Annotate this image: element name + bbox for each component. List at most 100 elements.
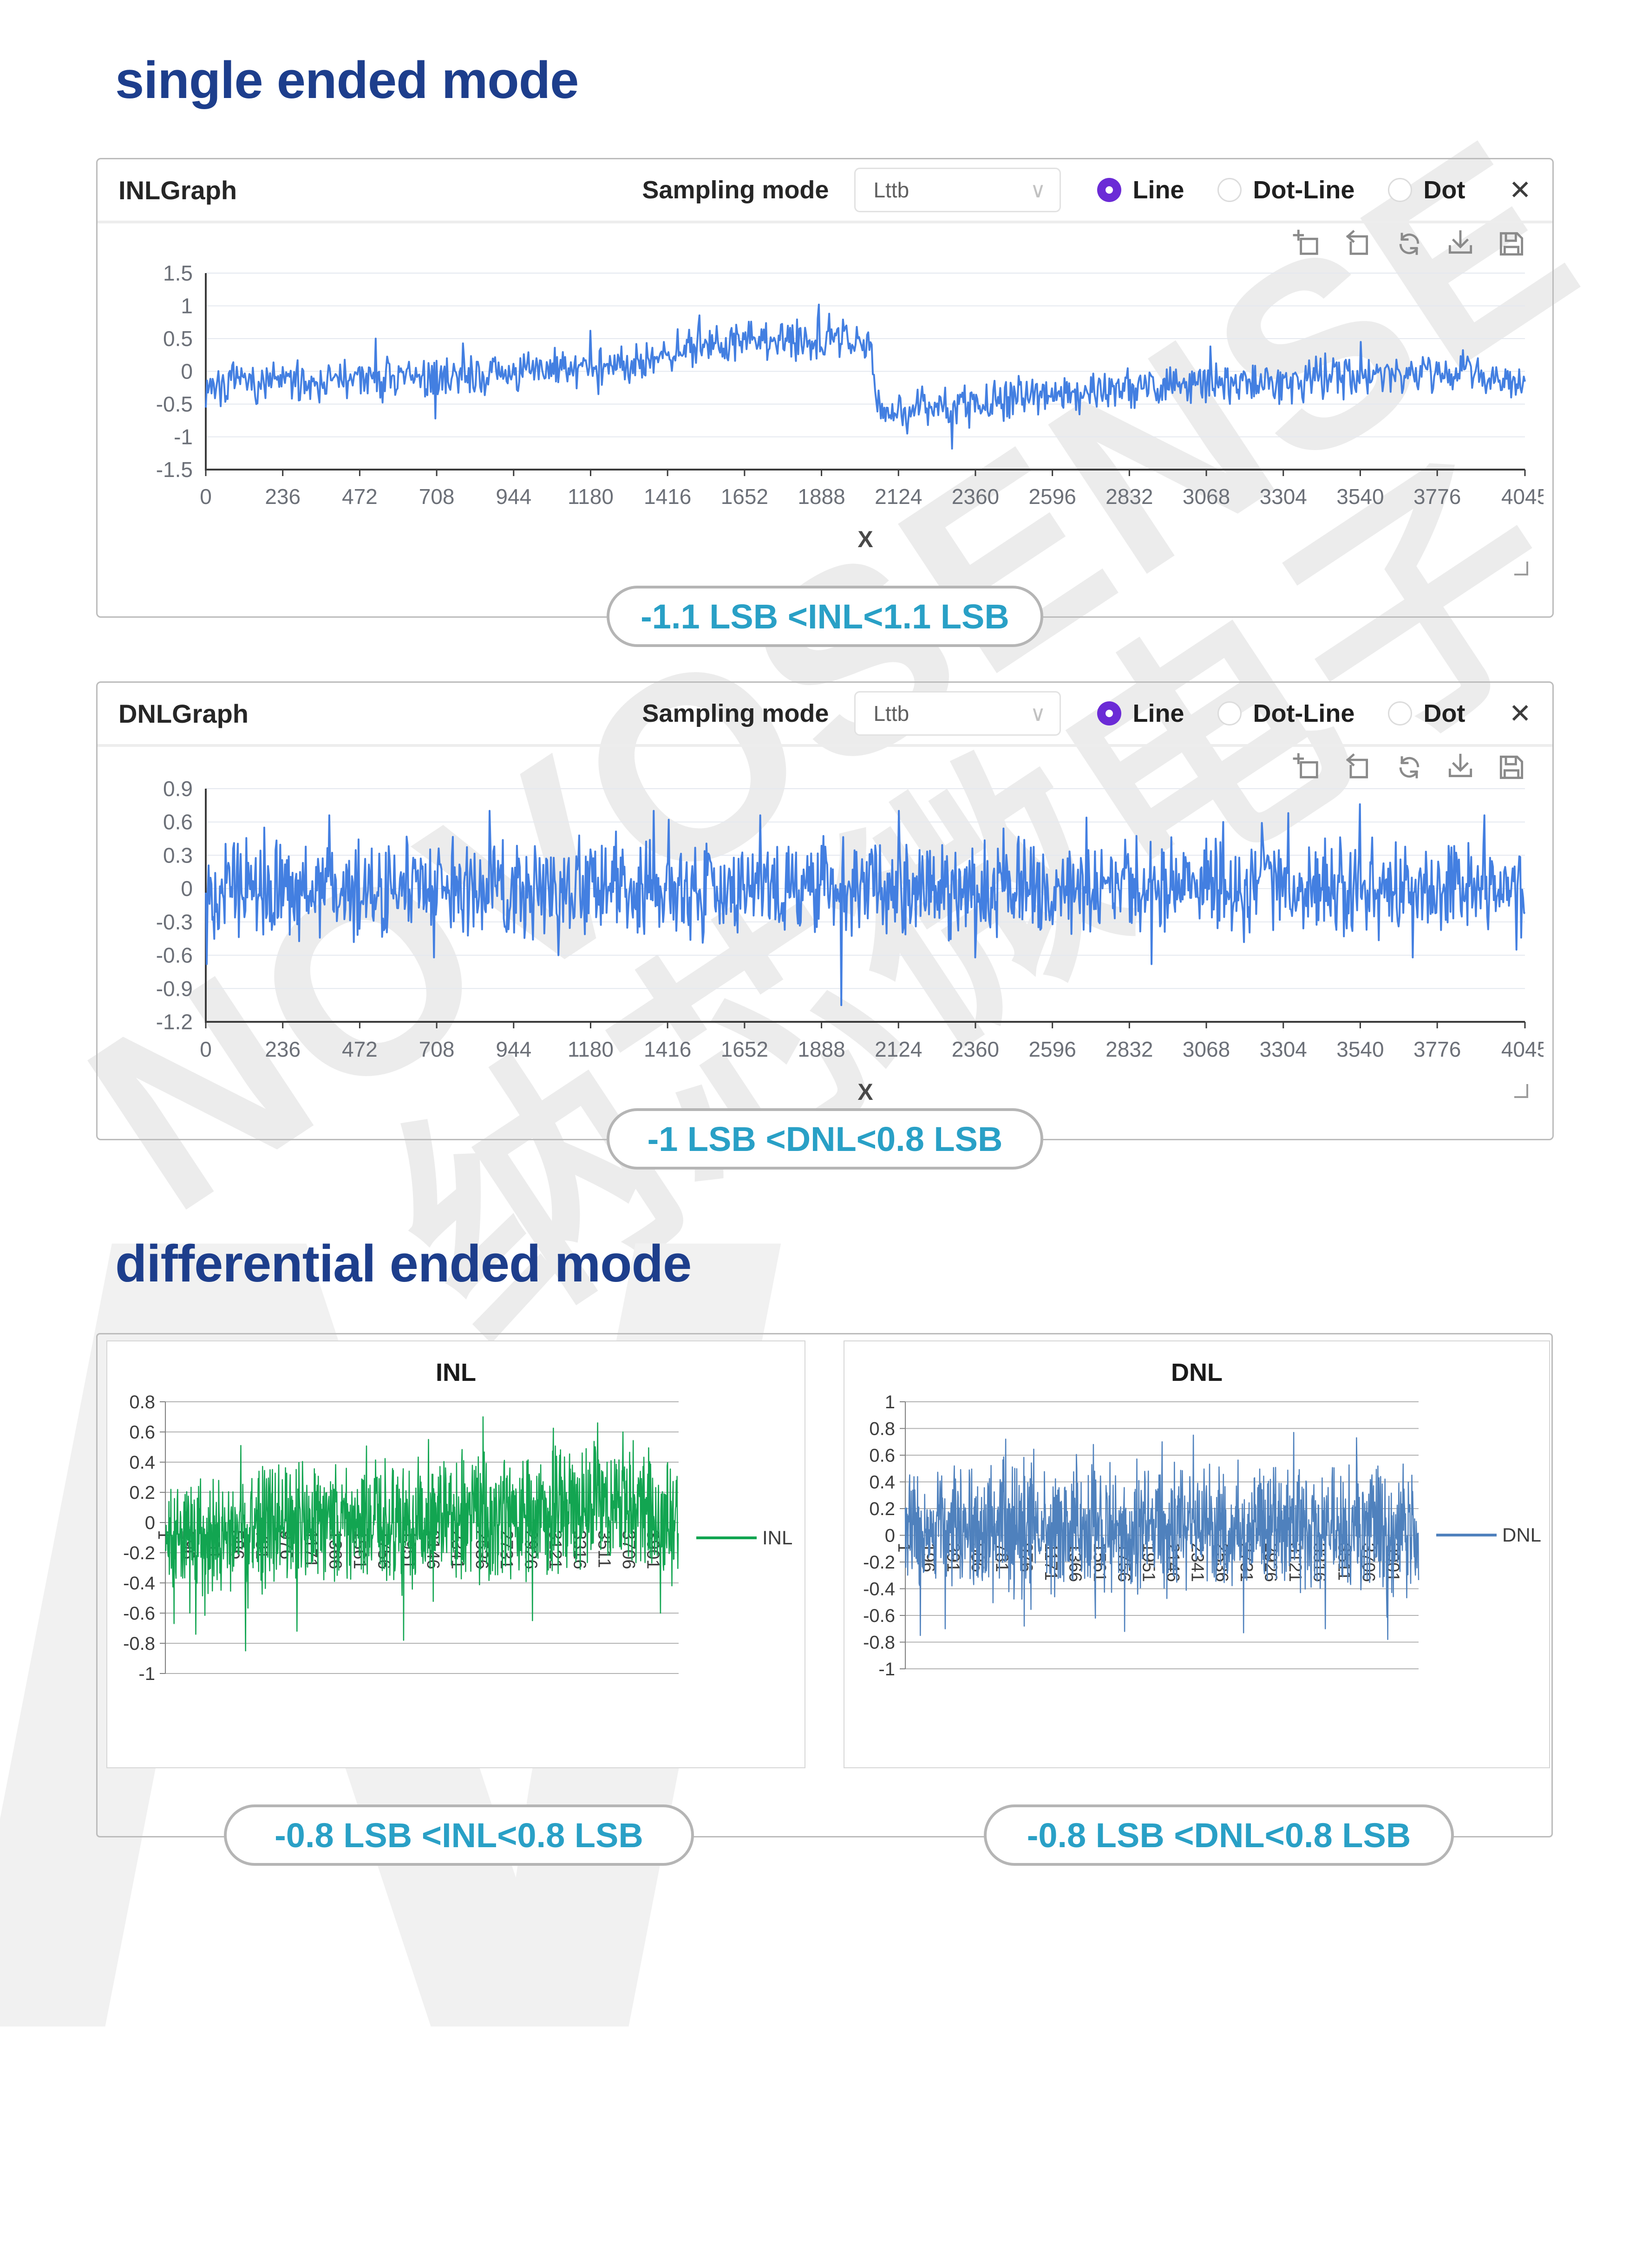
svg-text:2832: 2832 bbox=[1106, 484, 1153, 509]
svg-text:1180: 1180 bbox=[568, 1037, 614, 1061]
svg-text:-1: -1 bbox=[878, 1659, 895, 1680]
svg-text:236: 236 bbox=[265, 484, 301, 509]
chart-toolbar bbox=[1292, 752, 1526, 784]
radio-unselected-icon bbox=[1217, 178, 1242, 202]
panel-title: DNLGraph bbox=[118, 699, 249, 728]
svg-text:0.4: 0.4 bbox=[129, 1452, 155, 1473]
svg-text:0.3: 0.3 bbox=[163, 843, 193, 867]
close-icon[interactable]: ✕ bbox=[1509, 698, 1531, 729]
refresh-icon[interactable] bbox=[1394, 229, 1424, 261]
svg-text:2360: 2360 bbox=[952, 1037, 999, 1061]
save-icon[interactable] bbox=[1497, 752, 1526, 784]
header-separator bbox=[98, 744, 1552, 747]
svg-text:3304: 3304 bbox=[1260, 1037, 1307, 1061]
svg-text:0: 0 bbox=[145, 1513, 155, 1533]
svg-text:944: 944 bbox=[496, 1037, 531, 1061]
inl-result-badge: -1.1 LSB <INL<1.1 LSB bbox=[607, 586, 1043, 647]
svg-text:4045: 4045 bbox=[1501, 1037, 1544, 1061]
differential-container: INL 0.8 0.6 0.4 0.2 0 -0.2 -0.4 -0.6 -0.8 -1 1 196 3… bbox=[96, 1333, 1553, 1866]
sampling-mode-label: Sampling mode bbox=[642, 176, 829, 204]
close-icon[interactable]: ✕ bbox=[1509, 174, 1531, 206]
svg-text:-0.9: -0.9 bbox=[156, 976, 193, 1000]
svg-text:1561: 1561 bbox=[1090, 1543, 1109, 1582]
svg-text:X: X bbox=[857, 526, 873, 552]
radio-unselected-icon bbox=[1388, 701, 1413, 725]
svg-text:944: 944 bbox=[496, 484, 531, 509]
radio-label: Dot bbox=[1423, 699, 1465, 727]
svg-text:0: 0 bbox=[200, 1037, 212, 1061]
dropdown-value: Lttb bbox=[873, 701, 909, 725]
svg-text:3540: 3540 bbox=[1336, 1037, 1384, 1061]
dnl-line-chart: 0.9 0.6 0.3 0 -0.3 -0.6 -0.9 -1.2 0 236 472 708 944 1… bbox=[156, 777, 1544, 1105]
svg-text:2124: 2124 bbox=[875, 1037, 922, 1061]
svg-text:708: 708 bbox=[419, 484, 455, 509]
svg-text:472: 472 bbox=[342, 484, 378, 509]
svg-text:-0.8: -0.8 bbox=[863, 1633, 895, 1653]
save-icon[interactable] bbox=[1497, 229, 1526, 261]
svg-text:4045: 4045 bbox=[1501, 484, 1544, 509]
svg-text:2832: 2832 bbox=[1106, 1037, 1153, 1061]
svg-text:-0.4: -0.4 bbox=[123, 1573, 155, 1594]
dnl-panel-header: DNLGraph Sampling mode Lttb Line Dot-Lin… bbox=[98, 683, 1552, 744]
chevron-down-icon bbox=[1030, 701, 1046, 726]
svg-text:-1: -1 bbox=[174, 425, 193, 449]
svg-text:0: 0 bbox=[885, 1526, 895, 1546]
resize-handle-icon[interactable] bbox=[1514, 562, 1528, 575]
crop-zoom-icon[interactable] bbox=[1292, 229, 1322, 261]
svg-text:3068: 3068 bbox=[1183, 1037, 1230, 1061]
svg-text:-0.6: -0.6 bbox=[863, 1606, 895, 1626]
diff-dnl-result-badge: -0.8 LSB <DNL<0.8 LSB bbox=[984, 1804, 1454, 1866]
radio-dot[interactable]: Dot bbox=[1388, 176, 1465, 204]
svg-text:-1.2: -1.2 bbox=[156, 1010, 193, 1034]
radio-selected-icon bbox=[1097, 178, 1122, 202]
svg-text:1888: 1888 bbox=[798, 484, 845, 509]
crop-restore-icon[interactable] bbox=[1343, 752, 1373, 784]
radio-label: Line bbox=[1132, 176, 1184, 204]
svg-text:-1: -1 bbox=[138, 1664, 155, 1684]
diff-inl-result-badge: -0.8 LSB <INL<0.8 LSB bbox=[224, 1804, 694, 1866]
heading-differential-ended-mode: differential ended mode bbox=[115, 1235, 692, 1293]
refresh-icon[interactable] bbox=[1394, 752, 1424, 784]
svg-text:0.8: 0.8 bbox=[129, 1392, 155, 1412]
excel-inl-chart-box: INL 0.8 0.6 0.4 0.2 0 -0.2 -0.4 -0.6 -0.8 -1 1 196 3… bbox=[106, 1340, 805, 1768]
radio-dot-line[interactable]: Dot-Line bbox=[1217, 176, 1354, 204]
svg-text:-0.5: -0.5 bbox=[156, 392, 193, 416]
excel-inl-chart: 0.80.60.40.20-0.2-0.4-0.6-0.8-11 196 391 58… bbox=[123, 1392, 792, 1684]
svg-text:708: 708 bbox=[419, 1037, 455, 1061]
radio-dot-line[interactable]: Dot-Line bbox=[1217, 699, 1354, 728]
svg-text:2596: 2596 bbox=[1028, 484, 1076, 509]
radio-dot[interactable]: Dot bbox=[1388, 699, 1465, 728]
svg-text:0: 0 bbox=[181, 359, 193, 384]
svg-text:2360: 2360 bbox=[952, 484, 999, 509]
inl-graph-panel: INLGraph Sampling mode Lttb Line Dot-Lin… bbox=[96, 158, 1554, 647]
svg-text:1.5: 1.5 bbox=[163, 261, 193, 285]
svg-text:-0.8: -0.8 bbox=[123, 1634, 155, 1654]
svg-text:0.6: 0.6 bbox=[129, 1422, 155, 1443]
dnl-result-badge: -1 LSB <DNL<0.8 LSB bbox=[607, 1108, 1043, 1170]
crop-restore-icon[interactable] bbox=[1343, 229, 1373, 261]
radio-line[interactable]: Line bbox=[1097, 699, 1184, 728]
svg-text:0.2: 0.2 bbox=[129, 1483, 155, 1503]
download-icon[interactable] bbox=[1446, 752, 1475, 784]
radio-label: Dot-Line bbox=[1253, 699, 1355, 727]
chart-toolbar bbox=[1292, 229, 1526, 261]
svg-text:1180: 1180 bbox=[568, 484, 614, 509]
svg-text:3776: 3776 bbox=[1413, 1037, 1461, 1061]
radio-unselected-icon bbox=[1217, 701, 1242, 725]
crop-zoom-icon[interactable] bbox=[1292, 752, 1322, 784]
sampling-mode-dropdown[interactable]: Lttb bbox=[854, 691, 1061, 736]
chevron-down-icon bbox=[1030, 177, 1046, 203]
svg-text:3540: 3540 bbox=[1336, 484, 1384, 509]
resize-handle-icon[interactable] bbox=[1514, 1084, 1528, 1098]
svg-text:DNL: DNL bbox=[1502, 1524, 1541, 1546]
radio-line[interactable]: Line bbox=[1097, 176, 1184, 204]
svg-text:0.8: 0.8 bbox=[869, 1419, 895, 1439]
svg-text:0.5: 0.5 bbox=[163, 327, 193, 351]
sampling-mode-dropdown[interactable]: Lttb bbox=[854, 168, 1061, 212]
svg-text:X: X bbox=[857, 1079, 873, 1105]
radio-selected-icon bbox=[1097, 701, 1122, 725]
svg-text:1888: 1888 bbox=[798, 1037, 845, 1061]
excel-dnl-chart: 10.80.60.40.20-0.2-0.4-0.6-0.8-11 196 391 5… bbox=[863, 1392, 1541, 1680]
download-icon[interactable] bbox=[1446, 229, 1475, 261]
svg-text:1652: 1652 bbox=[721, 1037, 768, 1061]
